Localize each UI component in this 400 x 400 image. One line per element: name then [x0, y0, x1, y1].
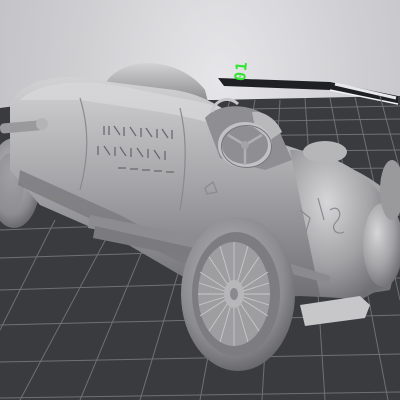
viewport-scene[interactable]: [0, 0, 400, 400]
front-left-wheel: [181, 217, 295, 371]
3d-viewport[interactable]: 01: [0, 0, 400, 400]
